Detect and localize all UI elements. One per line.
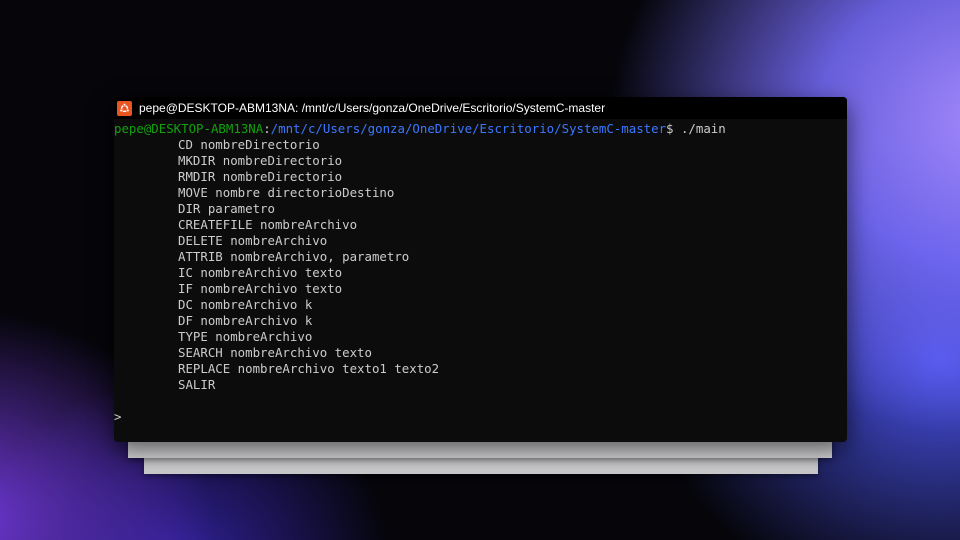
output-line: DIR parametro [178, 201, 275, 216]
output-line: RMDIR nombreDirectorio [178, 169, 343, 184]
prompt-user-host: pepe@DESKTOP-ABM13NA [114, 121, 264, 136]
output-line: DELETE nombreArchivo [178, 233, 328, 248]
prompt-path: /mnt/c/Users/gonza/OneDrive/Escritorio/S… [270, 121, 667, 136]
output-line: MOVE nombre directorioDestino [178, 185, 395, 200]
window-title: pepe@DESKTOP-ABM13NA: /mnt/c/Users/gonza… [139, 101, 606, 115]
terminal-window[interactable]: pepe@DESKTOP-ABM13NA: /mnt/c/Users/gonza… [114, 97, 847, 442]
prompt-separator: : [263, 121, 271, 136]
output-line: IC nombreArchivo texto [178, 265, 343, 280]
output-line: TYPE nombreArchivo [178, 329, 313, 344]
input-prompt[interactable]: > [114, 409, 847, 425]
output-line: DF nombreArchivo k [178, 313, 313, 328]
output-line: ATTRIB nombreArchivo, parametro [178, 249, 410, 264]
ubuntu-icon [117, 100, 132, 116]
prompt-command: ./main [680, 121, 726, 136]
terminal-output[interactable]: pepe@DESKTOP-ABM13NA:/mnt/c/Users/gonza/… [114, 119, 847, 425]
output-line: CREATEFILE nombreArchivo [178, 217, 358, 232]
prompt-line: pepe@DESKTOP-ABM13NA:/mnt/c/Users/gonza/… [114, 121, 847, 137]
output-line: MKDIR nombreDirectorio [178, 153, 343, 168]
output-line: SALIR [178, 377, 216, 392]
prompt-symbol: $ [666, 121, 681, 136]
output-line: REPLACE nombreArchivo texto1 texto2 [178, 361, 440, 376]
output-line: SEARCH nombreArchivo texto [178, 345, 372, 360]
output-line: DC nombreArchivo k [178, 297, 313, 312]
title-bar[interactable]: pepe@DESKTOP-ABM13NA: /mnt/c/Users/gonza… [114, 97, 847, 119]
output-line: CD nombreDirectorio [178, 137, 320, 152]
output-line: IF nombreArchivo texto [178, 281, 343, 296]
